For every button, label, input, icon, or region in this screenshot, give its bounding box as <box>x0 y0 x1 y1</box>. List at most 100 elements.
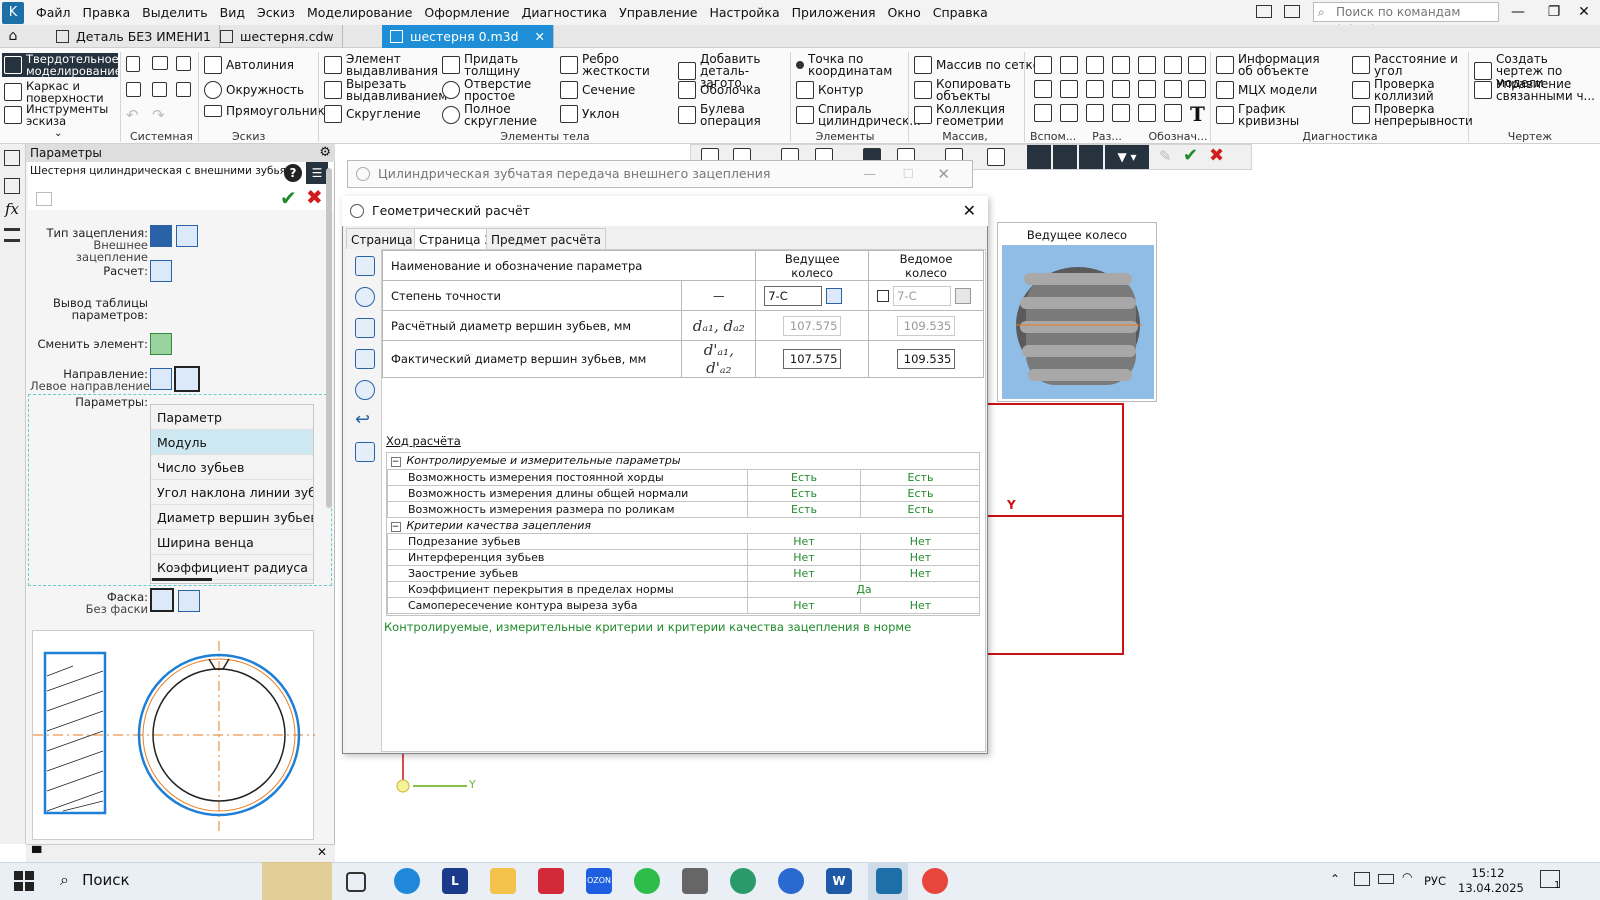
distance-angle-button[interactable]: Расстояние и угол <box>1352 53 1462 77</box>
word-icon[interactable]: W <box>826 868 852 894</box>
menu-manage[interactable]: Управление <box>613 0 703 25</box>
selection-icon[interactable] <box>1079 145 1103 169</box>
kompas-task-active[interactable] <box>868 862 908 900</box>
coord-system-icon[interactable] <box>1060 104 1078 122</box>
menu-sketch[interactable]: Эскиз <box>251 0 301 25</box>
tab-calc-subject[interactable]: Предмет расчёта <box>486 228 606 250</box>
list-item-teeth-count[interactable]: Число зубьев <box>151 455 313 480</box>
axis-two-points-icon[interactable] <box>1034 104 1052 122</box>
aux-axis-icon[interactable] <box>1060 56 1078 74</box>
copy-icon[interactable] <box>152 82 167 97</box>
plane-icon[interactable] <box>1060 80 1078 98</box>
grid-array-button[interactable]: Массив по сетке <box>914 56 1040 74</box>
comment-icon[interactable]: ▀ <box>32 846 41 860</box>
text-tool-icon[interactable]: T <box>1190 102 1205 126</box>
split-icon[interactable] <box>1086 104 1104 122</box>
aux-point-icon[interactable] <box>1086 56 1104 74</box>
close-tab-icon[interactable]: ✕ <box>535 25 545 48</box>
calculator-icon[interactable] <box>150 260 172 282</box>
minimize-button[interactable]: — <box>1500 0 1536 25</box>
mark-icon[interactable] <box>1138 104 1156 122</box>
list-item-tip-diameter[interactable]: Диаметр вершин зубьев <box>151 505 313 530</box>
ribbon-expand-icon[interactable]: ⌄ <box>54 128 62 139</box>
list-item-parameter[interactable]: Параметр <box>151 405 313 430</box>
surface2-icon[interactable] <box>1112 80 1130 98</box>
wifi-icon[interactable]: ◠ <box>1402 870 1412 884</box>
tolerance-icon[interactable] <box>1164 80 1182 98</box>
redo-icon[interactable]: ↷ <box>152 106 165 124</box>
point-coords-button[interactable]: Точка по координатам <box>796 53 906 77</box>
list-item-face-width[interactable]: Ширина венца <box>151 530 313 555</box>
right-direction-icon[interactable] <box>150 368 172 390</box>
paste-icon[interactable] <box>176 82 191 97</box>
list-item-radius-coef[interactable]: Коэффициент радиуса криви <box>151 555 313 580</box>
ozon-icon[interactable]: OZON <box>586 868 612 894</box>
base-icon[interactable] <box>1188 56 1206 74</box>
app-green-icon[interactable] <box>730 868 756 894</box>
line-icon[interactable] <box>1034 80 1052 98</box>
app-logo-icon[interactable]: K <box>2 1 24 24</box>
tray-screen-icon[interactable] <box>1354 872 1370 886</box>
media-app-icon[interactable] <box>538 868 564 894</box>
windows-start-icon[interactable] <box>14 871 34 891</box>
left-direction-icon[interactable] <box>174 366 200 392</box>
clock[interactable]: 15:12 13.04.2025 <box>1458 866 1524 896</box>
object-info-button[interactable]: Информация об объекте <box>1216 53 1332 77</box>
home-icon[interactable]: ⌂ <box>0 25 26 48</box>
menu-modeling[interactable]: Моделирование <box>301 0 418 25</box>
accuracy-driven-picker-icon[interactable] <box>955 288 972 304</box>
gear-icon[interactable]: ⚙ <box>319 144 331 162</box>
task-view-icon[interactable] <box>346 872 366 892</box>
collapse-icon[interactable]: − <box>390 457 401 468</box>
return-icon[interactable]: ↩ <box>355 409 370 430</box>
helix-button[interactable]: Спираль цилиндрическ... <box>796 103 921 127</box>
collapse-icon[interactable]: − <box>390 521 401 532</box>
menu-diagnostics[interactable]: Диагностика <box>516 0 613 25</box>
tab-page-2[interactable]: Страница 2 <box>414 228 497 250</box>
mode-surfaces-button[interactable]: Каркас и поверхности <box>4 80 118 104</box>
menu-lines-icon[interactable] <box>4 228 20 242</box>
options-icon[interactable] <box>355 380 375 400</box>
edit-pencil-icon[interactable]: ✎ <box>1159 147 1172 165</box>
cancel-x-icon[interactable]: ✖ <box>306 185 323 209</box>
tree-icon[interactable] <box>4 150 20 166</box>
language-indicator[interactable]: РУС <box>1424 874 1446 888</box>
whatsapp-icon[interactable] <box>634 868 660 894</box>
thread-icon[interactable] <box>1112 56 1130 74</box>
shell-button[interactable]: Оболочка <box>678 81 761 99</box>
collision-check-button[interactable]: Проверка коллизий <box>1352 78 1452 102</box>
print-icon[interactable] <box>126 82 141 97</box>
gear-settings-icon[interactable] <box>355 287 375 307</box>
back-close-button[interactable]: ✕ <box>937 161 950 187</box>
designation-icon[interactable] <box>1138 80 1156 98</box>
accuracy-lead-picker-icon[interactable] <box>826 288 843 304</box>
curvature-graph-button[interactable]: График кривизны <box>1216 103 1316 127</box>
menu-file[interactable]: Файл <box>30 0 77 25</box>
menu-view[interactable]: Вид <box>214 0 251 25</box>
leader-icon[interactable] <box>1188 80 1206 98</box>
driven-accuracy-checkbox[interactable] <box>877 290 890 302</box>
snap-icon[interactable] <box>1027 145 1051 169</box>
filter-objects-icon[interactable] <box>1053 145 1077 169</box>
change-element-icon[interactable] <box>150 333 172 355</box>
actual-tip-driven-input[interactable]: 109.535 <box>897 349 956 369</box>
help-icon[interactable]: ? <box>284 164 302 182</box>
circle-button[interactable]: Окружность <box>204 81 304 99</box>
view-apply-icon[interactable]: ✔ <box>1183 145 1198 166</box>
continuity-check-button[interactable]: Проверка непрерывности <box>1352 103 1473 127</box>
autoline-button[interactable]: Автолиния <box>204 56 294 74</box>
fillet-button[interactable]: Скругление <box>324 105 421 123</box>
no-chamfer-icon[interactable] <box>150 588 174 612</box>
aux-plane-icon[interactable] <box>1034 56 1052 74</box>
external-mesh-icon[interactable] <box>150 225 172 247</box>
save-results-icon[interactable] <box>355 318 375 338</box>
list-item-helix-angle[interactable]: Угол наклона линии зубьев <box>151 480 313 505</box>
hole-button[interactable]: Отверстие простое <box>442 78 542 102</box>
mass-props-button[interactable]: МЦХ модели <box>1216 81 1317 99</box>
rectangle-button[interactable]: Прямоугольник <box>204 105 325 117</box>
edge-icon[interactable] <box>394 868 420 894</box>
command-search-input[interactable]: ⌕ Поиск по командам (Alt+/) <box>1313 2 1499 37</box>
sheet-icon[interactable] <box>1086 80 1104 98</box>
back-minimize-button[interactable]: — <box>864 161 877 187</box>
l-app-icon[interactable]: L <box>442 868 468 894</box>
